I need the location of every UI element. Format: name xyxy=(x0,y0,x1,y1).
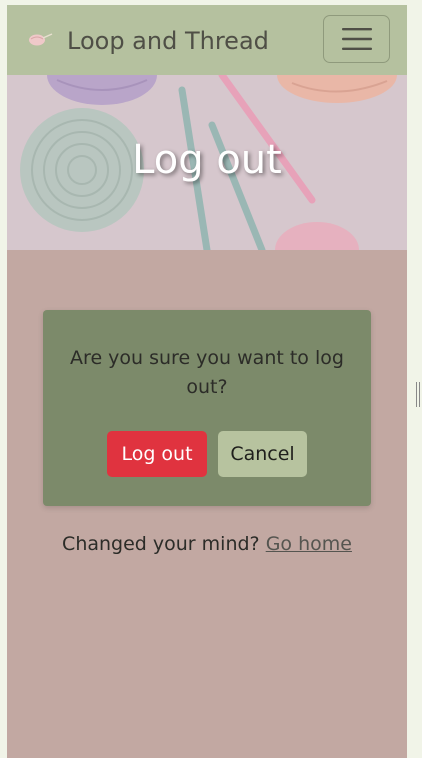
page-title: Log out xyxy=(132,137,282,183)
logout-button[interactable]: Log out xyxy=(107,431,207,477)
yarn-ball-icon[interactable] xyxy=(27,31,53,47)
menu-toggle-button[interactable] xyxy=(323,15,390,63)
changed-mind-prompt: Changed your mind? Go home xyxy=(7,530,407,558)
page-viewport: Loop and Thread Log out Are you sure you… xyxy=(7,5,407,758)
hamburger-menu-icon xyxy=(341,28,372,50)
logout-confirm-card: Are you sure you want to log out? Log ou… xyxy=(43,310,371,506)
go-home-link[interactable]: Go home xyxy=(266,533,352,555)
hero-banner: Log out xyxy=(7,75,407,250)
changed-mind-text: Changed your mind? xyxy=(62,533,260,555)
logout-confirm-message: Are you sure you want to log out? xyxy=(70,347,344,398)
scrollbar-handle[interactable] xyxy=(416,382,420,407)
brand-name[interactable]: Loop and Thread xyxy=(67,25,269,57)
cancel-button[interactable]: Cancel xyxy=(218,431,307,477)
navbar: Loop and Thread xyxy=(7,5,407,75)
